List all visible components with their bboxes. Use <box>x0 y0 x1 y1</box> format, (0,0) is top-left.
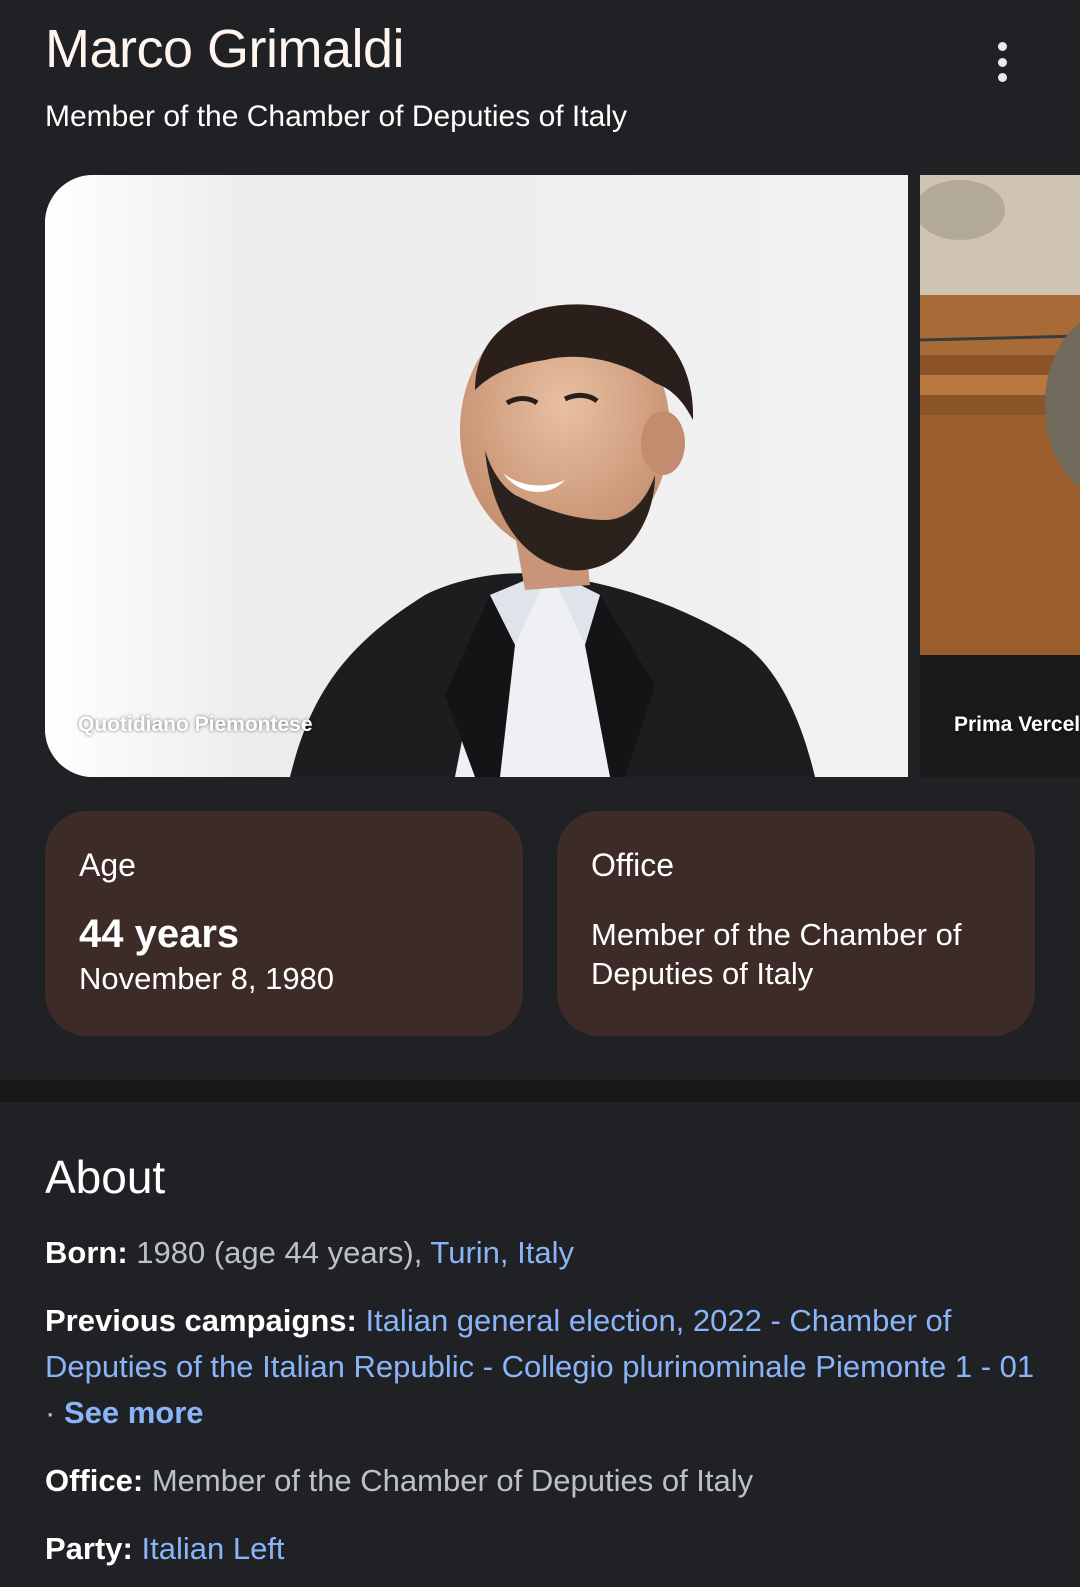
page-subtitle: Member of the Chamber of Deputies of Ita… <box>45 100 627 133</box>
born-row: Born: 1980 (age 44 years), Turin, Italy <box>45 1230 1035 1276</box>
menu-dot <box>997 42 1007 51</box>
more-vert-icon[interactable] <box>982 40 1022 84</box>
campaigns-key: Previous campaigns: <box>45 1303 357 1338</box>
office-value: Member of the Chamber of Deputies of Ita… <box>591 917 962 991</box>
separator-dot: · <box>45 1395 56 1430</box>
knowledge-panel: Marco Grimaldi Member of the Chamber of … <box>0 0 1080 1587</box>
section-divider <box>0 1080 1080 1102</box>
person-photo <box>45 175 908 777</box>
born-key: Born: <box>45 1235 128 1270</box>
info-cards: Age 44 years November 8, 1980 Office Mem… <box>45 811 1035 1036</box>
about-heading: About <box>45 1151 166 1203</box>
office-key: Office: <box>45 1463 144 1498</box>
photo-credit[interactable]: Prima Vercel <box>954 713 1080 737</box>
photo-credit[interactable]: Quotidiano Piemontese <box>78 713 313 737</box>
office-card-label: Office <box>591 847 674 883</box>
page-title: Marco Grimaldi <box>45 19 405 79</box>
party-row: Party: Italian Left <box>45 1526 1035 1572</box>
age-card-label: Age <box>79 847 136 883</box>
menu-dot <box>997 57 1007 67</box>
born-text: 1980 (age 44 years), <box>136 1235 423 1270</box>
age-card[interactable]: Age 44 years November 8, 1980 <box>45 811 523 1036</box>
panel-header: Marco Grimaldi Member of the Chamber of … <box>45 14 1040 154</box>
campaigns-row: Previous campaigns: Italian general elec… <box>45 1298 1035 1436</box>
birthplace-link[interactable]: Turin, Italy <box>430 1235 574 1270</box>
age-value: 44 years <box>79 912 240 956</box>
office-row: Office: Member of the Chamber of Deputie… <box>45 1458 1035 1504</box>
office-text: Member of the Chamber of Deputies of Ita… <box>151 1463 754 1498</box>
party-key: Party: <box>45 1531 133 1566</box>
party-link[interactable]: Italian Left <box>142 1531 285 1566</box>
photo-card[interactable]: Prima Vercel <box>920 175 1080 777</box>
about-section: About Born: 1980 (age 44 years), Turin, … <box>45 1150 1035 1587</box>
menu-dot <box>997 73 1007 82</box>
photo-card[interactable]: Quotidiano Piemontese <box>45 175 908 777</box>
image-carousel[interactable]: Quotidiano Piemontese Prima Vercel <box>45 175 1080 777</box>
chamber-photo <box>920 175 1080 777</box>
birth-date: November 8, 1980 <box>79 961 335 996</box>
office-card[interactable]: Office Member of the Chamber of Deputies… <box>557 811 1035 1036</box>
see-more-link[interactable]: See more <box>64 1395 204 1430</box>
